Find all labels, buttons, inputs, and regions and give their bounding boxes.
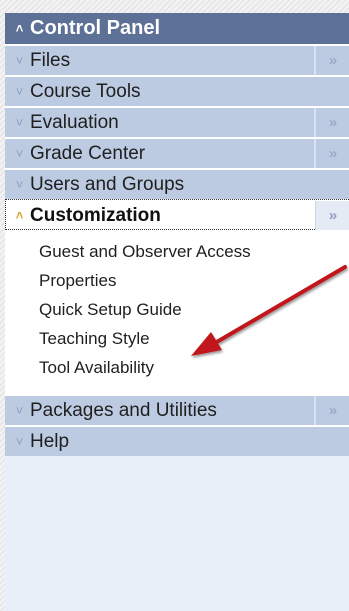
menu-item-files[interactable]: ˅ Files »: [5, 44, 349, 75]
double-chevron-right-icon[interactable]: »: [314, 108, 349, 137]
chevron-down-icon: ˅: [15, 53, 24, 68]
menu-item-grade-center[interactable]: ˅ Grade Center »: [5, 137, 349, 168]
menu-item-label: Packages and Utilities: [30, 399, 217, 421]
double-chevron-right-icon[interactable]: »: [314, 46, 349, 75]
chevron-down-icon: ˅: [15, 115, 24, 130]
menu-item-users-and-groups[interactable]: ˅ Users and Groups: [5, 168, 349, 199]
menu-item-label: Evaluation: [30, 111, 119, 133]
menu-item-label: Files: [30, 49, 71, 71]
menu-item-label: Users and Groups: [30, 173, 185, 195]
double-chevron-right-icon[interactable]: »: [314, 139, 349, 168]
chevron-down-icon: ˅: [15, 146, 24, 161]
double-chevron-right-icon[interactable]: »: [315, 201, 349, 230]
double-chevron-right-icon[interactable]: »: [314, 396, 349, 425]
chevron-up-icon: ˄: [15, 21, 24, 36]
chevron-down-icon: ˅: [15, 434, 24, 449]
menu-item-label: Help: [30, 430, 70, 452]
menu-item-customization[interactable]: ˄ Customization »: [5, 199, 349, 230]
chevron-down-icon: ˅: [15, 177, 24, 192]
chevron-down-icon: ˅: [15, 84, 24, 99]
control-panel-title: Control Panel: [30, 17, 161, 39]
menu-item-label: Grade Center: [30, 142, 146, 164]
menu-item-evaluation[interactable]: ˅ Evaluation »: [5, 106, 349, 137]
chevron-down-icon: ˅: [15, 403, 24, 418]
menu-item-label: Customization: [30, 204, 161, 226]
menu-item-label: Course Tools: [30, 80, 141, 102]
menu-item-packages-and-utilities[interactable]: ˅ Packages and Utilities »: [5, 394, 349, 425]
control-panel: ˄ Control Panel ˅ Files » ˅ Course Tools…: [5, 13, 349, 611]
menu-item-help[interactable]: ˅ Help: [5, 425, 349, 456]
control-panel-header[interactable]: ˄ Control Panel: [5, 13, 349, 44]
chevron-up-icon: ˄: [15, 208, 24, 223]
menu-item-course-tools[interactable]: ˅ Course Tools: [5, 75, 349, 106]
red-arrow-annotation: [191, 265, 347, 356]
screenshot-frame: ˄ Control Panel ˅ Files » ˅ Course Tools…: [0, 0, 349, 611]
customization-submenu: Guest and Observer Access Properties Qui…: [5, 230, 349, 394]
